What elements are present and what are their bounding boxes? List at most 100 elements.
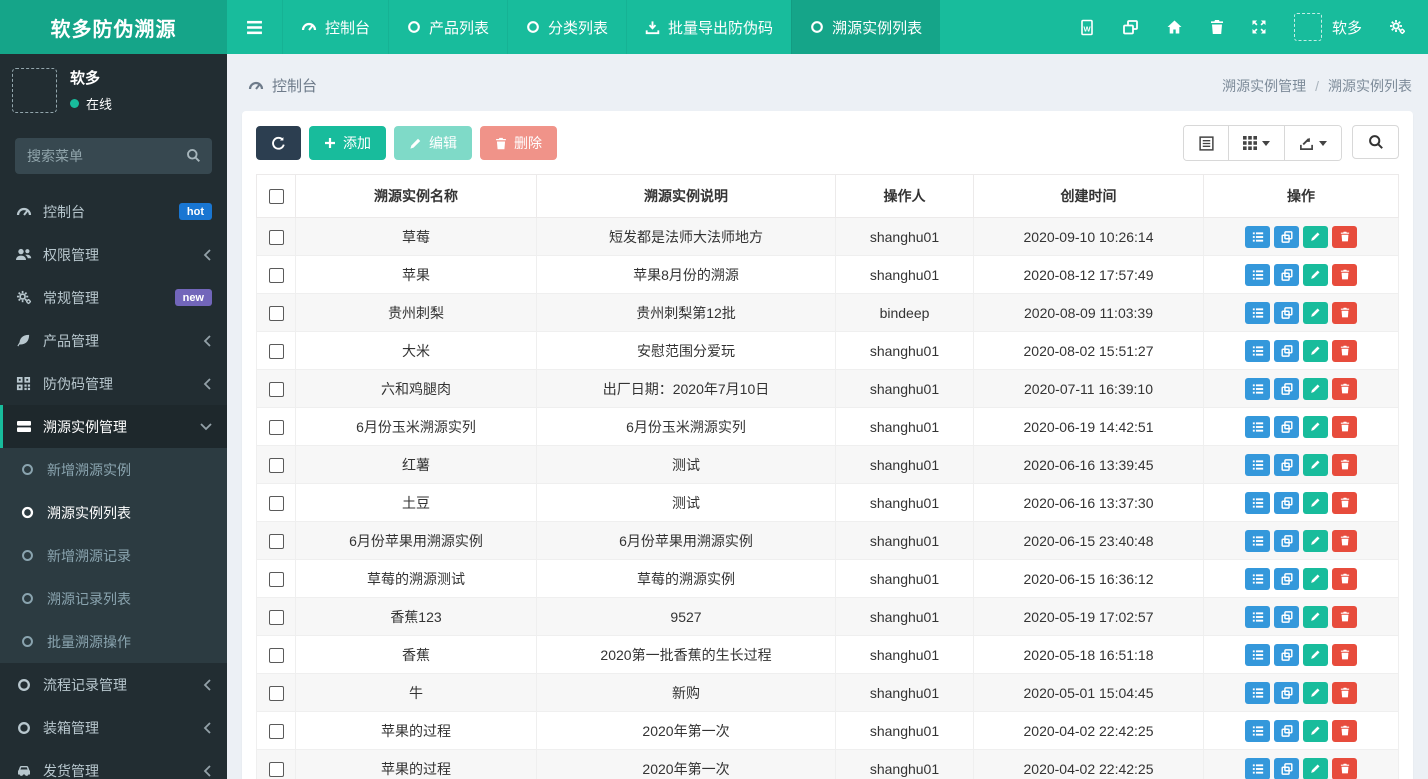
row-checkbox[interactable]: [268, 571, 284, 587]
row-detail-button[interactable]: [1245, 605, 1270, 628]
row-delete-button[interactable]: [1332, 377, 1357, 400]
menu-search-input[interactable]: [15, 138, 212, 174]
row-checkbox[interactable]: [268, 533, 284, 549]
detail-view-button[interactable]: [1184, 126, 1229, 160]
row-edit-button[interactable]: [1303, 681, 1328, 704]
row-copy-button[interactable]: [1274, 567, 1299, 590]
row-checkbox[interactable]: [268, 267, 284, 283]
row-delete-button[interactable]: [1332, 643, 1357, 666]
row-delete-button[interactable]: [1332, 757, 1357, 779]
row-delete-button[interactable]: [1332, 681, 1357, 704]
submenu-item-trace-instance-list[interactable]: 溯源实例列表: [0, 491, 227, 534]
row-detail-button[interactable]: [1245, 529, 1270, 552]
row-copy-button[interactable]: [1274, 491, 1299, 514]
row-detail-button[interactable]: [1245, 491, 1270, 514]
submenu-item-batch-trace[interactable]: 批量溯源操作: [0, 620, 227, 663]
row-checkbox[interactable]: [268, 723, 284, 739]
row-edit-button[interactable]: [1303, 491, 1328, 514]
gears-icon[interactable]: [1389, 19, 1406, 35]
row-copy-button[interactable]: [1274, 377, 1299, 400]
row-delete-button[interactable]: [1332, 301, 1357, 324]
delete-button[interactable]: 删除: [480, 126, 557, 160]
row-delete-button[interactable]: [1332, 719, 1357, 742]
row-copy-button[interactable]: [1274, 453, 1299, 476]
row-detail-button[interactable]: [1245, 681, 1270, 704]
row-checkbox[interactable]: [268, 495, 284, 511]
row-edit-button[interactable]: [1303, 377, 1328, 400]
export-button[interactable]: [1285, 126, 1341, 160]
select-all-checkbox[interactable]: [268, 189, 284, 205]
add-button[interactable]: 添加: [309, 126, 386, 160]
fullscreen-arrows-icon[interactable]: [1251, 19, 1267, 35]
sidebar-item-general[interactable]: 常规管理 new: [0, 276, 227, 319]
refresh-button[interactable]: [256, 126, 301, 160]
row-detail-button[interactable]: [1245, 453, 1270, 476]
row-edit-button[interactable]: [1303, 605, 1328, 628]
row-copy-button[interactable]: [1274, 263, 1299, 286]
row-delete-button[interactable]: [1332, 567, 1357, 590]
row-detail-button[interactable]: [1245, 719, 1270, 742]
row-checkbox[interactable]: [268, 685, 284, 701]
topnav-item-console[interactable]: 控制台: [282, 0, 388, 54]
row-edit-button[interactable]: [1303, 301, 1328, 324]
row-checkbox[interactable]: [268, 457, 284, 473]
row-copy-button[interactable]: [1274, 719, 1299, 742]
sidebar-item-packing-mgmt[interactable]: 装箱管理: [0, 706, 227, 749]
sidebar-item-permissions[interactable]: 权限管理: [0, 233, 227, 276]
topnav-item-batch-export[interactable]: 批量导出防伪码: [626, 0, 791, 54]
row-checkbox[interactable]: [268, 647, 284, 663]
row-delete-button[interactable]: [1332, 453, 1357, 476]
row-copy-button[interactable]: [1274, 225, 1299, 248]
row-checkbox[interactable]: [268, 343, 284, 359]
row-edit-button[interactable]: [1303, 719, 1328, 742]
row-copy-button[interactable]: [1274, 605, 1299, 628]
sidebar-item-console[interactable]: 控制台 hot: [0, 190, 227, 233]
row-detail-button[interactable]: [1245, 567, 1270, 590]
row-checkbox[interactable]: [268, 305, 284, 321]
row-delete-button[interactable]: [1332, 339, 1357, 362]
row-detail-button[interactable]: [1245, 757, 1270, 779]
sidebar-item-anticode-mgmt[interactable]: 防伪码管理: [0, 362, 227, 405]
search-icon[interactable]: [186, 148, 201, 163]
row-checkbox[interactable]: [268, 381, 284, 397]
row-delete-button[interactable]: [1332, 605, 1357, 628]
row-delete-button[interactable]: [1332, 225, 1357, 248]
row-detail-button[interactable]: [1245, 225, 1270, 248]
row-checkbox[interactable]: [268, 761, 284, 777]
edit-button[interactable]: 编辑: [394, 126, 472, 160]
windows-restore-icon[interactable]: [1122, 19, 1139, 35]
row-detail-button[interactable]: [1245, 263, 1270, 286]
search-toggle-button[interactable]: [1352, 125, 1399, 159]
columns-button[interactable]: [1229, 126, 1285, 160]
row-copy-button[interactable]: [1274, 301, 1299, 324]
topnav-item-trace-instances[interactable]: 溯源实例列表: [791, 0, 941, 54]
row-edit-button[interactable]: [1303, 567, 1328, 590]
row-edit-button[interactable]: [1303, 263, 1328, 286]
row-detail-button[interactable]: [1245, 377, 1270, 400]
user-menu[interactable]: 软多: [1293, 13, 1362, 41]
row-copy-button[interactable]: [1274, 757, 1299, 779]
row-edit-button[interactable]: [1303, 643, 1328, 666]
row-delete-button[interactable]: [1332, 529, 1357, 552]
row-edit-button[interactable]: [1303, 225, 1328, 248]
row-edit-button[interactable]: [1303, 453, 1328, 476]
row-detail-button[interactable]: [1245, 415, 1270, 438]
row-copy-button[interactable]: [1274, 415, 1299, 438]
row-delete-button[interactable]: [1332, 415, 1357, 438]
topnav-item-products[interactable]: 产品列表: [388, 0, 507, 54]
row-edit-button[interactable]: [1303, 339, 1328, 362]
word-document-icon[interactable]: W: [1079, 19, 1095, 36]
row-copy-button[interactable]: [1274, 643, 1299, 666]
row-edit-button[interactable]: [1303, 757, 1328, 779]
submenu-item-add-trace-instance[interactable]: 新增溯源实例: [0, 448, 227, 491]
row-detail-button[interactable]: [1245, 643, 1270, 666]
submenu-item-add-trace-record[interactable]: 新增溯源记录: [0, 534, 227, 577]
breadcrumb-parent[interactable]: 溯源实例管理: [1222, 76, 1306, 96]
row-delete-button[interactable]: [1332, 491, 1357, 514]
sidebar-item-product-mgmt[interactable]: 产品管理: [0, 319, 227, 362]
sidebar-item-process-record-mgmt[interactable]: 流程记录管理: [0, 663, 227, 706]
row-delete-button[interactable]: [1332, 263, 1357, 286]
row-copy-button[interactable]: [1274, 529, 1299, 552]
home-icon[interactable]: [1166, 19, 1183, 35]
row-copy-button[interactable]: [1274, 681, 1299, 704]
